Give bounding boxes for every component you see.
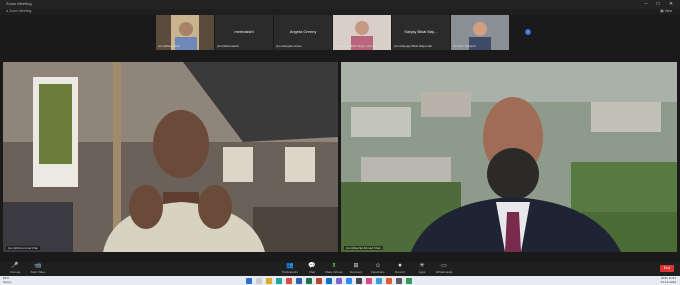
word-icon[interactable] <box>296 277 302 284</box>
video-left[interactable]: (icon)Mohammad Irfan <box>3 62 338 252</box>
participants-button[interactable]: 👥 Participants <box>278 263 302 274</box>
participant-tile[interactable]: Angela Greeny (icon)Angela Grace <box>274 15 332 50</box>
apps-icon: ✳ <box>419 263 425 269</box>
participant-name: (icon)Dr. Mukesh <box>453 44 476 48</box>
view-button[interactable]: ▦ View <box>660 9 672 13</box>
microphone-icon: 🎤 <box>11 263 19 269</box>
search-icon[interactable] <box>256 277 262 284</box>
participant-name: (icon)Meenakshi <box>217 44 240 48</box>
video-feed-left <box>3 62 338 252</box>
participant-name: (icon)Dr. Sakshi Singh, Monday <box>335 44 378 48</box>
participant-tile[interactable]: (icon)Dr. Mukesh <box>451 15 509 50</box>
video-feed-right <box>341 62 677 252</box>
clock-date: 14-12-2024 <box>660 279 676 284</box>
summary-button[interactable]: ⊞ Summary <box>344 263 368 274</box>
participants-icon: 👥 <box>286 263 294 269</box>
start-video-button[interactable]: 📹 Start Video <box>26 263 50 274</box>
chat-label: Chat <box>308 270 316 274</box>
meeting-toolbar: 🎤 Unmute 📹 Start Video 👥 Participants 💬 … <box>0 262 680 276</box>
zoom-icon[interactable] <box>346 277 352 284</box>
participant-name: (icon)Rashid Ahmad Khan <box>344 246 383 250</box>
apps-label: Apps <box>418 270 426 274</box>
apps-button[interactable]: ✳ Apps <box>410 263 434 274</box>
chat-icon: 💬 <box>308 263 316 269</box>
reactions-button[interactable]: ☺ Reactions <box>366 263 390 274</box>
whiteboard-icon: ▭ <box>441 263 447 269</box>
participant-name: (icon)Mohammad Irfan <box>6 246 41 250</box>
participant-name: (icon)Meenakshi <box>158 44 181 48</box>
record-label: Record <box>395 270 405 274</box>
video-right[interactable]: (icon)Rashid Ahmad Khan <box>341 62 677 252</box>
strip-next-icon[interactable]: › <box>525 29 531 35</box>
participant-tile[interactable]: (icon)Dr. Sakshi Singh, Monday <box>333 15 391 50</box>
participant-name: (icon)Angela Grace <box>276 44 302 48</box>
reactions-icon: ☺ <box>374 263 382 269</box>
excel-icon[interactable] <box>306 277 312 284</box>
participant-name: (icon)Sanjay Bikal Majumdar <box>394 44 433 48</box>
outlook-icon[interactable] <box>326 277 332 284</box>
participant-tile[interactable]: meenakshi (icon)Meenakshi <box>215 15 273 50</box>
app-icon[interactable] <box>356 277 362 284</box>
powerpoint-icon[interactable] <box>316 277 322 284</box>
participant-display-name: meenakshi <box>234 29 254 34</box>
system-tray[interactable]: ENG 11:51 14-12-2024 <box>660 276 676 284</box>
video-camera-icon: 📹 <box>34 263 42 269</box>
whiteboards-button[interactable]: ▭ Whiteboards <box>432 263 456 274</box>
participant-strip: (icon)Meenakshi meenakshi (icon)Meenaksh… <box>156 15 509 50</box>
app-icon[interactable] <box>396 277 402 284</box>
chrome-icon[interactable] <box>286 277 292 284</box>
minimize-icon[interactable]: – <box>642 1 650 7</box>
share-screen-icon: ⬆ <box>331 263 337 269</box>
share-screen-label: Share Screen <box>324 270 344 274</box>
participants-label: Participants <box>282 270 298 274</box>
whiteboards-label: Whiteboards <box>435 270 453 274</box>
weather-desc: Sunny <box>3 279 12 284</box>
weather-widget[interactable]: 83°F Sunny <box>3 276 12 284</box>
unmute-label: Unmute <box>9 270 21 274</box>
participant-display-name: Angela Greeny <box>289 29 317 34</box>
meeting-info[interactable]: ● Zoom Meeting <box>6 9 31 13</box>
reactions-label: Reactions <box>371 270 385 274</box>
participant-tile[interactable]: Sanjay Bikal Maj… (icon)Sanjay Bikal Maj… <box>392 15 450 50</box>
edge-icon[interactable] <box>276 277 282 284</box>
app-icon[interactable] <box>366 277 372 284</box>
chat-button[interactable]: 💬 Chat <box>300 263 324 274</box>
file-explorer-icon[interactable] <box>266 277 272 284</box>
participant-display-name: Sanjay Bikal Maj… <box>404 29 438 34</box>
close-icon[interactable]: ✕ <box>667 1 675 7</box>
app-icon[interactable] <box>376 277 382 284</box>
share-screen-button[interactable]: ⬆ Share Screen <box>322 263 346 274</box>
summary-label: Summary <box>349 270 363 274</box>
window-title: Zoom Meeting <box>6 1 32 6</box>
start-icon[interactable] <box>246 277 252 284</box>
start-video-label: Start Video <box>30 270 46 274</box>
maximize-icon[interactable]: □ <box>654 1 662 7</box>
taskbar: 83°F Sunny ENG 11:51 14-12-2024 <box>0 276 680 285</box>
title-bar: Zoom Meeting – □ ✕ <box>0 0 680 9</box>
app-icon[interactable] <box>386 277 392 284</box>
app-icon[interactable] <box>406 277 412 284</box>
record-button[interactable]: ⏺ Record <box>388 263 412 274</box>
end-button[interactable]: End <box>660 265 674 272</box>
record-icon: ⏺ <box>398 263 402 269</box>
unmute-button[interactable]: 🎤 Unmute <box>3 263 27 274</box>
participant-tile[interactable]: (icon)Meenakshi <box>156 15 214 50</box>
teams-icon[interactable] <box>336 277 342 284</box>
summary-icon: ⊞ <box>353 263 359 269</box>
